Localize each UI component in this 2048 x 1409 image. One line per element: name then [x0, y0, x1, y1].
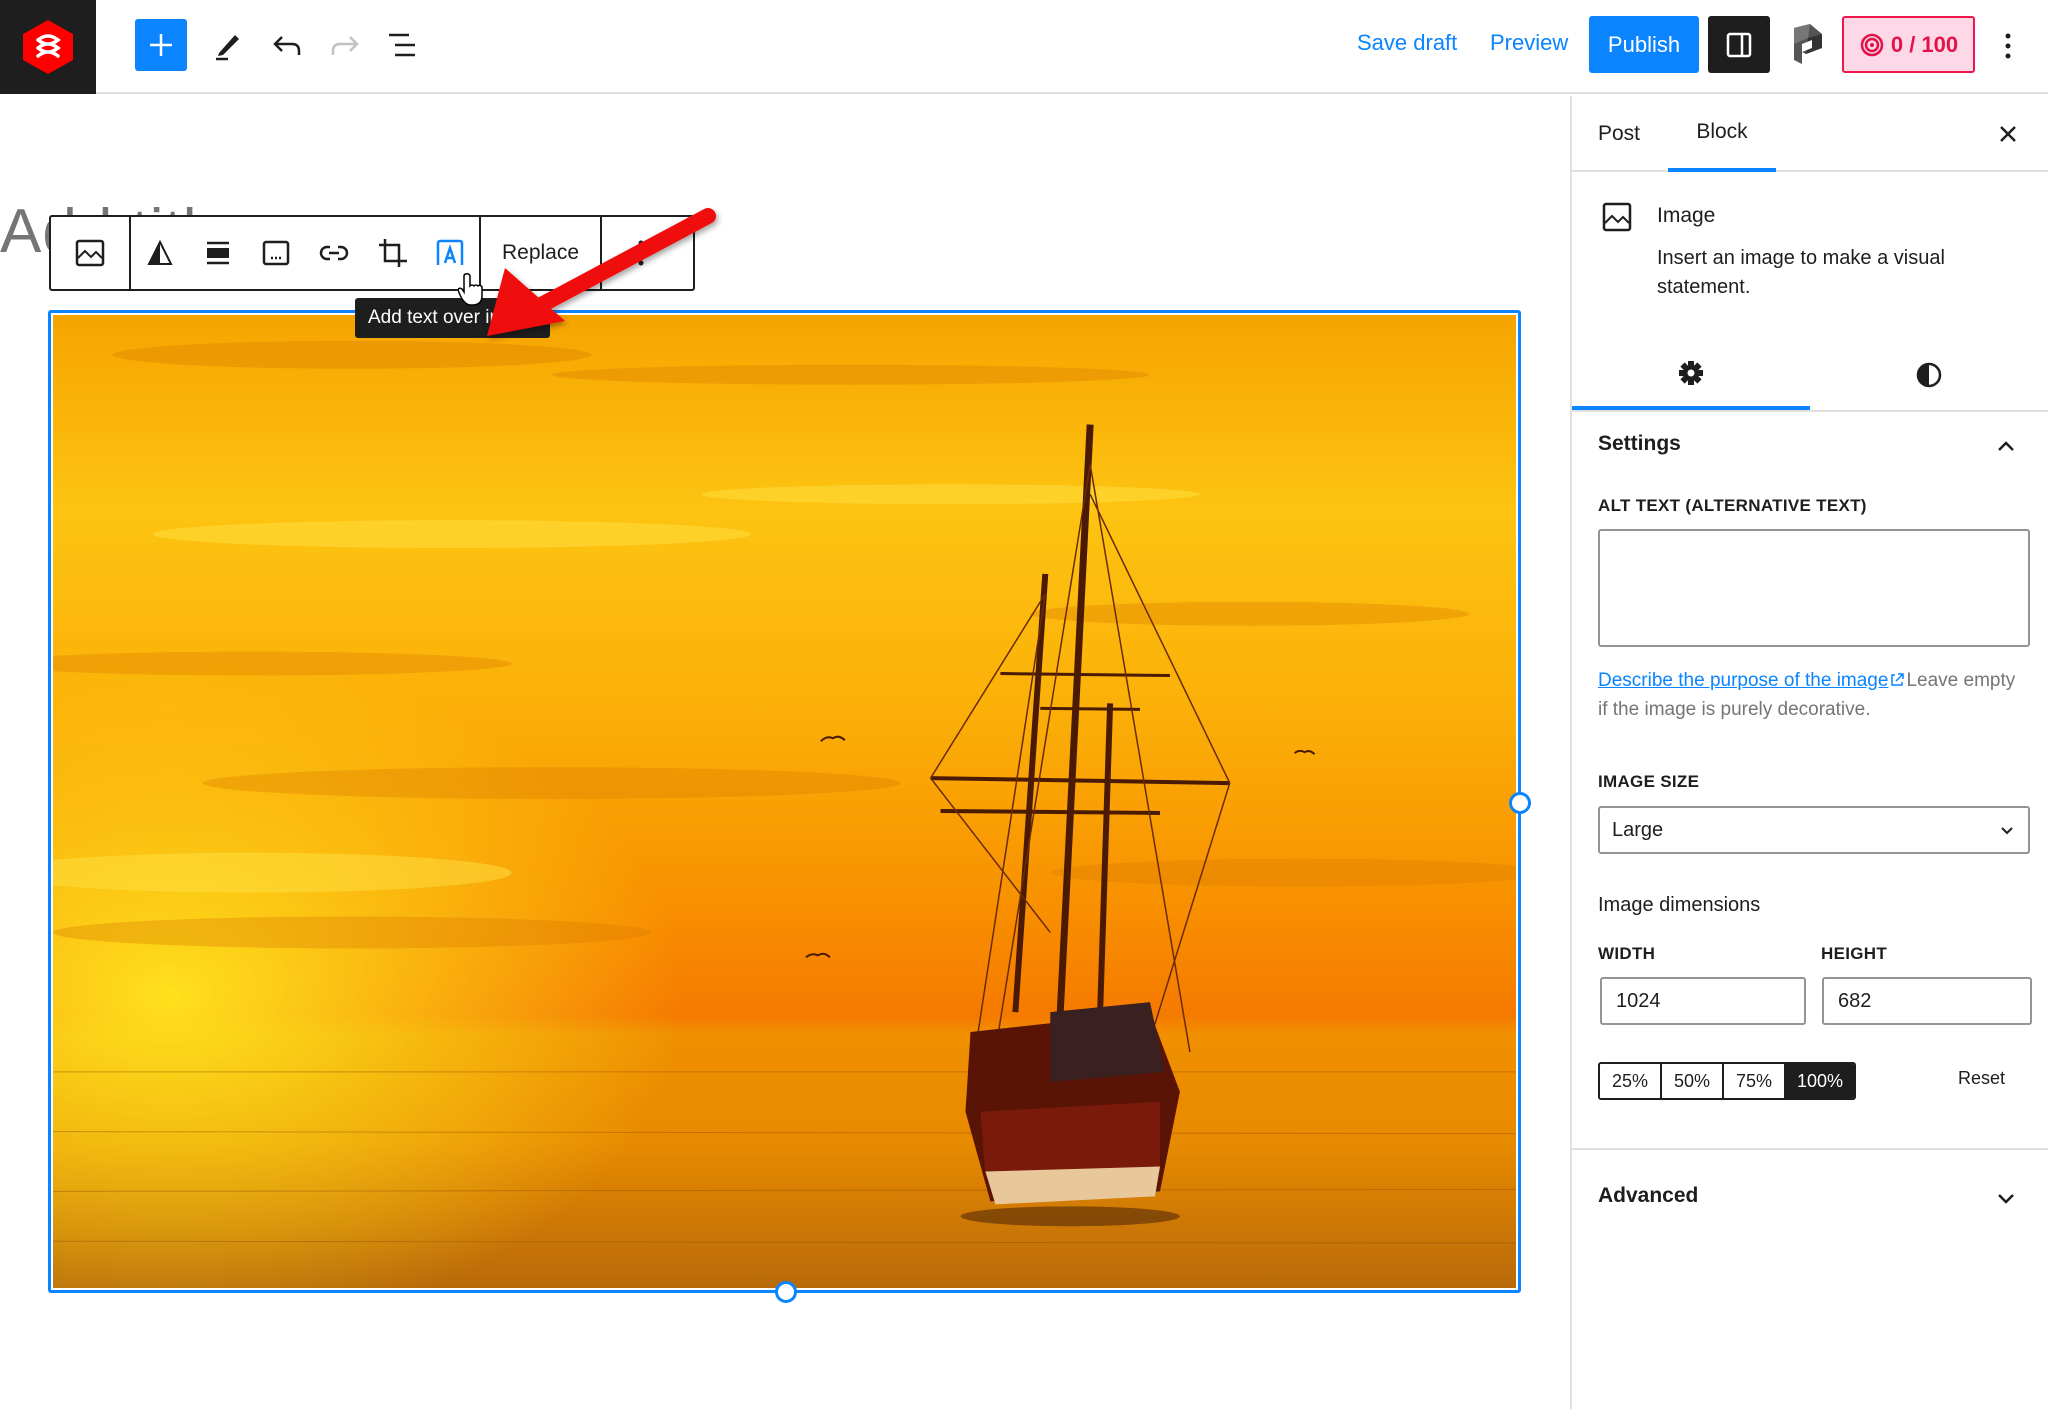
scale-75-button[interactable]: 75%	[1724, 1064, 1786, 1098]
image-icon	[75, 239, 105, 267]
plus-icon	[150, 34, 172, 56]
image-dimensions-label: Image dimensions	[1598, 894, 1761, 916]
block-type-button[interactable]	[51, 217, 129, 289]
replace-button[interactable]: Replace	[481, 217, 600, 289]
height-input[interactable]	[1822, 977, 2032, 1025]
toolbar-group-tools	[131, 217, 481, 289]
tab-styles[interactable]	[1810, 340, 2048, 410]
toolbar-group-replace: Replace	[481, 217, 602, 289]
p-logo-icon	[1794, 24, 1822, 64]
brand-hexagon-logo-icon	[23, 20, 73, 74]
alt-text-label: ALT TEXT (ALTERNATIVE TEXT)	[1598, 496, 1867, 515]
list-view-icon	[389, 33, 415, 57]
panel-divider	[1572, 1148, 2048, 1150]
align-button[interactable]	[189, 217, 247, 289]
caption-icon	[262, 240, 290, 266]
gear-icon	[1679, 361, 1703, 385]
chevron-up-icon	[1998, 441, 2014, 451]
vertical-ellipsis-icon	[2005, 33, 2011, 59]
caption-button[interactable]	[247, 217, 305, 289]
duotone-button[interactable]	[131, 217, 189, 289]
pencil-icon	[216, 35, 239, 61]
block-card-title: Image	[1657, 204, 1716, 227]
image-size-label: IMAGE SIZE	[1598, 772, 1700, 791]
chevron-down-icon	[1998, 1194, 2014, 1204]
tab-block[interactable]: Block	[1668, 96, 1776, 172]
advanced-panel-toggle[interactable]	[1988, 1180, 2024, 1216]
settings-panel-toggle[interactable]	[1988, 428, 2024, 464]
crop-button[interactable]	[363, 217, 421, 289]
resize-handle-right[interactable]	[1509, 792, 1531, 814]
image-icon	[1602, 202, 1632, 232]
close-icon	[2000, 126, 2016, 142]
height-label: HEIGHT	[1821, 944, 1888, 963]
seo-score-badge[interactable]: 0 / 100	[1842, 16, 1975, 73]
scale-25-button[interactable]: 25%	[1600, 1064, 1662, 1098]
resize-handle-bottom[interactable]	[775, 1281, 797, 1303]
undo-icon	[273, 36, 301, 55]
editor-canvas: Add title	[0, 96, 1570, 1409]
tab-post[interactable]: Post	[1598, 96, 1668, 172]
site-logo-button[interactable]	[0, 0, 96, 94]
preview-button[interactable]: Preview	[1490, 30, 1568, 56]
tooltip: Add text over image	[355, 298, 550, 338]
toolbar-group-block-type	[51, 217, 131, 289]
contrast-icon	[1916, 362, 1942, 388]
options-menu-button[interactable]	[1990, 24, 2026, 68]
redo-icon	[331, 36, 359, 55]
save-draft-button[interactable]: Save draft	[1357, 30, 1457, 56]
image-block[interactable]	[48, 310, 1531, 1303]
scale-100-button[interactable]: 100%	[1786, 1064, 1854, 1098]
block-card-description: Insert an image to make a visual stateme…	[1657, 247, 1945, 298]
block-toolbar: Replace	[49, 215, 695, 291]
undo-button[interactable]	[261, 19, 313, 71]
document-overview-button[interactable]	[376, 19, 428, 71]
settings-sidebar: Post Block Image Insert an image to make…	[1570, 96, 2048, 1409]
chevron-down-icon	[2001, 827, 2013, 835]
block-inspector-tabs	[1572, 340, 2048, 412]
fingerprint-icon	[1860, 33, 1884, 56]
ship-sunset-image	[53, 315, 1516, 1288]
tools-button[interactable]	[202, 19, 254, 71]
seo-score-value: 0 / 100	[1890, 31, 1959, 57]
image-size-select[interactable]: Large	[1598, 806, 2030, 854]
toolbar-group-more	[602, 217, 679, 289]
text-over-image-icon	[436, 239, 464, 265]
align-wide-icon	[207, 241, 229, 265]
reset-dimensions-button[interactable]: Reset	[1958, 1068, 2005, 1089]
image-size-value: Large	[1612, 818, 1664, 841]
advanced-panel-heading[interactable]: Advanced	[1598, 1184, 1698, 1208]
block-options-button[interactable]	[602, 217, 679, 289]
link-icon	[319, 245, 349, 261]
link-button[interactable]	[305, 217, 363, 289]
plugin-button[interactable]	[1788, 24, 1826, 66]
editor-header: Save draft Preview Publish 0 / 100	[0, 0, 2048, 94]
describe-purpose-link[interactable]: Describe the purpose of the image	[1598, 670, 1888, 691]
settings-sidebar-toggle[interactable]	[1708, 16, 1770, 73]
sidebar-panel-icon	[1726, 32, 1752, 57]
scale-50-button[interactable]: 50%	[1662, 1064, 1724, 1098]
duotone-triangle-icon	[147, 240, 173, 265]
external-link-icon	[1891, 673, 1905, 686]
alt-text-input[interactable]	[1598, 529, 2030, 647]
sidebar-tabs: Post Block	[1572, 96, 2048, 172]
image-scale-button-group: 25% 50% 75% 100%	[1598, 1062, 1856, 1100]
width-input[interactable]	[1600, 977, 1806, 1025]
vertical-ellipsis-icon	[638, 240, 643, 266]
tab-settings[interactable]	[1572, 340, 1810, 410]
alt-text-help: Describe the purpose of the image Leave e…	[1598, 666, 2028, 724]
settings-panel-heading[interactable]: Settings	[1598, 432, 1681, 456]
block-inserter-button[interactable]	[135, 19, 187, 71]
close-sidebar-button[interactable]	[1988, 114, 2028, 154]
redo-button[interactable]	[319, 19, 371, 71]
crop-icon	[379, 239, 407, 267]
width-label: WIDTH	[1598, 944, 1656, 963]
text-over-image-button[interactable]	[421, 217, 479, 289]
publish-button[interactable]: Publish	[1589, 16, 1699, 73]
